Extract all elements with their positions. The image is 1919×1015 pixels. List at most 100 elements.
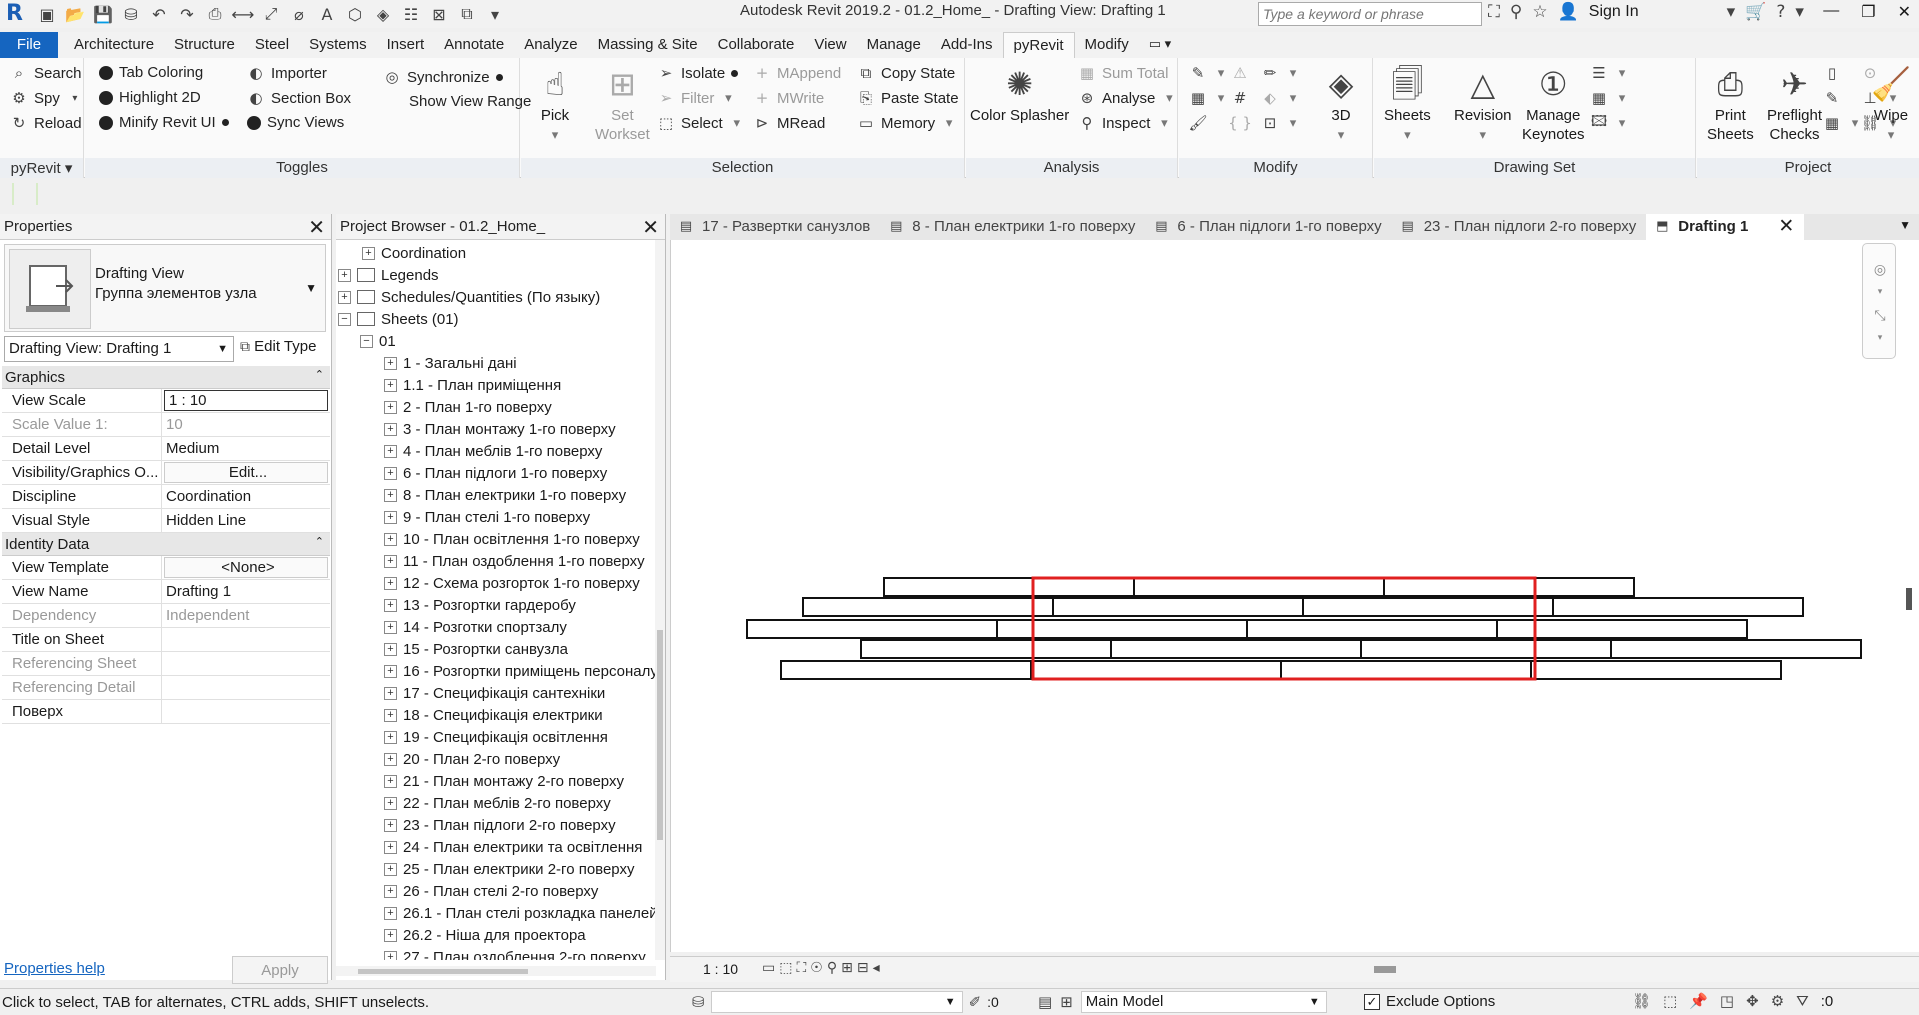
main-model-dropdown[interactable]: Main Model ▼ <box>1080 991 1327 1013</box>
thin-lines-icon[interactable]: ☷ <box>400 3 422 25</box>
browser-sheet-item[interactable]: +16 - Розгортки приміщень персоналу <box>384 660 656 682</box>
manage-keynotes-button[interactable]: ① Manage Keynotes <box>1522 64 1585 144</box>
tab-modify[interactable]: Modify <box>1075 32 1139 58</box>
expand-icon[interactable]: + <box>384 356 397 370</box>
favorites-icon[interactable]: ☆ <box>1532 2 1547 22</box>
sign-in-link[interactable]: Sign In <box>1589 3 1639 21</box>
background-processes-icon[interactable]: ⚙ <box>1771 992 1784 1010</box>
view-tab-17[interactable]: ▤ 17 - Развертки санузлов <box>670 214 880 240</box>
analyse-button[interactable]: ⊛ Analyse ▾ <box>1078 89 1177 107</box>
tab-coloring-toggle[interactable]: Tab Coloring <box>99 64 203 81</box>
browser-sheet-item[interactable]: +8 - План електрики 1-го поверху <box>384 484 626 506</box>
restore-icon[interactable]: ❐ <box>1861 2 1875 22</box>
constraints-icon[interactable]: ⊟ <box>857 960 869 976</box>
browser-sheet-item[interactable]: +6 - План підлоги 1-го поверху <box>384 462 607 484</box>
undo-icon[interactable]: ↶ <box>148 3 170 25</box>
expand-icon[interactable]: + <box>384 422 397 436</box>
browser-vertical-scrollbar[interactable] <box>655 240 665 960</box>
close-icon[interactable]: ✕ <box>1778 215 1794 238</box>
browser-tree-node[interactable]: − Sheets (01) <box>338 308 459 330</box>
detail-level-field[interactable]: Medium <box>162 437 330 460</box>
color-splasher-button[interactable]: ✺ Color Splasher <box>970 64 1069 125</box>
expand-icon[interactable]: + <box>338 290 351 304</box>
pick-button[interactable]: ☝ Pick ▾ <box>535 64 575 144</box>
home-icon[interactable]: ▣ <box>36 3 58 25</box>
sync-icon[interactable]: ⛁ <box>120 3 142 25</box>
expand-icon[interactable]: + <box>384 664 397 678</box>
scroll-thumb[interactable] <box>1374 966 1396 973</box>
tab-analyze[interactable]: Analyze <box>514 32 587 58</box>
mod-tool-2[interactable]: ⚠ <box>1231 64 1249 82</box>
collapse-icon[interactable]: − <box>338 312 351 326</box>
expand-icon[interactable]: + <box>338 268 351 282</box>
browser-sheet-item[interactable]: +13 - Розгортки гардеробу <box>384 594 576 616</box>
spy-button[interactable]: ⚙ Spy ▾ <box>10 89 84 107</box>
set-workset-button[interactable]: ⊞ Set Workset <box>595 64 650 144</box>
search-button[interactable]: ⌕ Search <box>10 64 82 82</box>
instance-filter-dropdown[interactable]: Drafting View: Drafting 1 ▼ <box>4 336 234 362</box>
browser-sheet-item[interactable]: +26.1 - План стелі розкладка панелей <box>384 902 656 924</box>
expand-icon[interactable]: + <box>384 576 397 590</box>
memory-button[interactable]: ▭ Memory ▾ <box>857 114 957 132</box>
view-tab-drafting-1[interactable]: ⬒ Drafting 1 ✕ <box>1646 214 1805 240</box>
pyrevit-panel-label[interactable]: pyRevit ▾ <box>0 158 83 178</box>
properties-help-link[interactable]: Properties help <box>4 960 105 977</box>
zoom-region-icon[interactable]: ⤡ <box>1870 306 1890 326</box>
view-name-field[interactable]: Drafting 1 <box>162 580 330 603</box>
canvas-scrollbar-thumb[interactable] <box>1906 588 1912 610</box>
3d-button[interactable]: ◈ 3D ▾ <box>1321 64 1361 144</box>
close-icon[interactable]: ✕ <box>642 215 659 240</box>
group-graphics[interactable]: Graphics ⌃ <box>2 366 330 389</box>
show-view-range-button[interactable]: Show View Range <box>409 93 531 110</box>
reload-button[interactable]: ↻ Reload <box>10 114 82 132</box>
browser-sheet-item[interactable]: +10 - План освітлення 1-го поверху <box>384 528 640 550</box>
browser-sheet-item[interactable]: +11 - План оздоблення 1-го поверху <box>384 550 645 572</box>
expand-icon[interactable]: + <box>384 730 397 744</box>
copy-state-button[interactable]: ⧉ Copy State <box>857 64 956 82</box>
proj-tool-1[interactable]: ▯ <box>1823 64 1841 82</box>
qat-dropdown-icon[interactable]: ▾ <box>484 3 506 25</box>
preflight-checks-button[interactable]: ✈ Preflight Checks <box>1767 64 1822 144</box>
synchronize-button[interactable]: ◎ Synchronize <box>383 68 503 86</box>
drag-elements-icon[interactable]: ✥ <box>1746 992 1759 1010</box>
expand-icon[interactable]: + <box>384 928 397 942</box>
filter-icon[interactable]: ⛛ <box>1796 992 1809 1010</box>
isolate-button[interactable]: ➢ Isolate <box>657 64 739 82</box>
browser-sheet-item[interactable]: +14 - Розготки спортзалу <box>384 616 567 638</box>
tab-annotate[interactable]: Annotate <box>434 32 514 58</box>
expand-icon[interactable]: + <box>384 752 397 766</box>
expand-icon[interactable]: + <box>384 818 397 832</box>
section-icon[interactable]: ◈ <box>372 3 394 25</box>
expand-icon[interactable]: + <box>384 620 397 634</box>
select-pinned-icon[interactable]: 📌 <box>1689 992 1708 1010</box>
subscription-icon[interactable]: ⚲ <box>1510 2 1522 22</box>
mod-tool-3[interactable]: ✏ ▾ <box>1261 64 1301 82</box>
tab-insert[interactable]: Insert <box>377 32 435 58</box>
browser-sheet-item[interactable]: +12 - Схема розгорток 1-го поверху <box>384 572 640 594</box>
redo-icon[interactable]: ↷ <box>176 3 198 25</box>
browser-sheet-item[interactable]: +20 - План 2-го поверху <box>384 748 560 770</box>
exclude-options-checkbox[interactable]: ✓ Exclude Options <box>1364 993 1495 1010</box>
mod-tool-1[interactable]: ✎ ▾ <box>1189 64 1229 82</box>
editable-icon[interactable]: ✐ <box>969 993 982 1011</box>
expand-icon[interactable]: + <box>384 774 397 788</box>
browser-sheet-item[interactable]: +17 - Специфікація сантехніки <box>384 682 605 704</box>
expand-icon[interactable]: + <box>384 840 397 854</box>
highlight-2d-toggle[interactable]: Highlight 2D <box>99 89 201 106</box>
close-hidden-icon[interactable]: ⊠ <box>428 3 450 25</box>
visual-style-field[interactable]: Hidden Line <box>162 509 330 532</box>
temp-hide-icon[interactable]: ☉ <box>810 960 823 976</box>
active-workset-dropdown[interactable]: ▼ <box>710 991 963 1013</box>
worksharing-icon[interactable]: ⊞ <box>841 960 853 976</box>
tab-architecture[interactable]: Architecture <box>64 32 164 58</box>
tab-pyrevit[interactable]: pyRevit <box>1002 32 1075 58</box>
ds-tool-1[interactable]: ☰ ▾ <box>1590 64 1630 82</box>
drawing-canvas[interactable] <box>670 240 1919 952</box>
browser-tree-node[interactable]: + Schedules/Quantities (По языку) <box>338 286 600 308</box>
browser-sheet-item[interactable]: +1.1 - План приміщення <box>384 374 561 396</box>
mappend-button[interactable]: + MAppend <box>753 64 842 82</box>
browser-sheet-item[interactable]: +25 - План електрики 2-го поверху <box>384 858 634 880</box>
minimize-icon[interactable]: — <box>1823 2 1839 22</box>
browser-sheet-item[interactable]: +15 - Розгортки санвузла <box>384 638 568 660</box>
browser-sheet-item[interactable]: +21 - План монтажу 2-го поверху <box>384 770 624 792</box>
